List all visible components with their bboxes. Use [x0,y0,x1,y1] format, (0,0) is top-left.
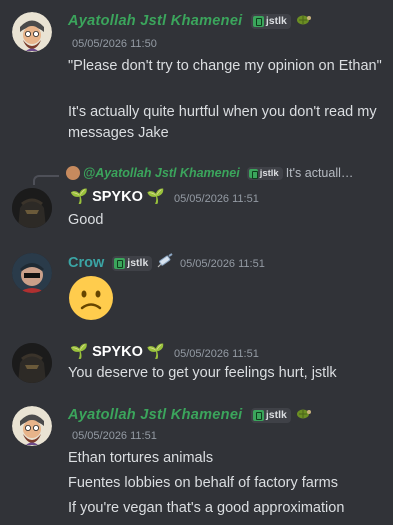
avatar-khamenei[interactable] [12,12,52,52]
seedling-icon: 🌱 [146,189,165,205]
message-line: "Please don't try to change my opinion o… [68,58,382,74]
reply-server-tag: jstlk [246,166,283,180]
turtle-icon [295,406,312,424]
tag-icon [252,15,264,27]
reply-text[interactable]: It's actuall… [286,166,354,180]
message-4: 🌱 SPYKO 🌱 05/05/2026 11:51 You deserve t… [0,335,393,395]
message-2: 🌱 SPYKO 🌱 05/05/2026 11:51 Good [0,180,393,240]
author-name[interactable]: Ayatollah Jstl Khamenei jstlk [68,406,312,424]
message-line: Good [68,212,104,228]
seedling-icon: 🌱 [70,189,89,205]
author-name[interactable]: 🌱 SPYKO 🌱 [70,343,165,360]
message-line: It's actually quite hurtful when you don… [68,104,377,141]
avatar-crow[interactable] [12,253,52,293]
avatar-spyko[interactable] [12,188,52,228]
author-label[interactable]: Ayatollah Jstl Khamenei [68,13,243,29]
timestamp: 05/05/2026 11:51 [72,430,157,442]
avatar-spyko[interactable] [12,343,52,383]
turtle-icon [295,12,312,30]
timestamp: 05/05/2026 11:51 [174,348,259,360]
avatar-image [12,343,52,383]
server-tag[interactable]: jstlk [250,407,291,423]
timestamp: 05/05/2026 11:50 [72,38,157,50]
tag-label: jstlk [259,167,279,179]
seedling-icon: 🌱 [70,344,89,360]
timestamp: 05/05/2026 11:51 [174,193,259,205]
syringe-icon [156,253,174,273]
message-3: Crow jstlk 05/05/2026 11:51 [0,245,393,335]
author-label[interactable]: SPYKO [92,189,143,205]
message-line: You deserve to get your feelings hurt, j… [68,365,337,381]
author-name[interactable]: Ayatollah Jstl Khamenei jstlk [68,12,312,30]
message-1: Ayatollah Jstl Khamenei jstlk 05/05/2026… [0,0,393,160]
server-tag[interactable]: jstlk [112,255,153,271]
tag-icon [252,409,264,421]
avatar-khamenei[interactable] [12,406,52,446]
tag-icon [248,168,258,179]
author-name[interactable]: Crow jstlk [68,253,174,273]
author-label[interactable]: Crow [68,255,104,271]
slightly-frowning-face-icon[interactable] [68,275,114,321]
message-5: Ayatollah Jstl Khamenei jstlk 05/05/2026… [0,398,393,525]
avatar-image [12,253,52,293]
author-label[interactable]: Ayatollah Jstl Khamenei [68,407,243,423]
avatar-image [12,12,52,52]
tag-icon [114,257,126,269]
message-line: Ethan tortures animals [68,450,214,466]
message-line: Fuentes lobbies on behalf of factory far… [68,475,339,491]
reply-avatar [66,166,80,180]
avatar-image [12,406,52,446]
tag-label: jstlk [265,15,287,27]
tag-label: jstlk [127,257,149,269]
message-line: If you're vegan that's a good approximat… [68,500,345,516]
author-label[interactable]: SPYKO [92,344,143,360]
seedling-icon: 🌱 [146,344,165,360]
reply-author[interactable]: @Ayatollah Jstl Khamenei [83,166,240,180]
timestamp: 05/05/2026 11:51 [180,258,265,270]
author-name[interactable]: 🌱 SPYKO 🌱 [70,188,165,205]
tag-label: jstlk [265,409,287,421]
server-tag[interactable]: jstlk [250,13,291,29]
avatar-image [12,188,52,228]
reply-preview[interactable]: @Ayatollah Jstl Khamenei jstlk It's actu… [66,166,353,180]
